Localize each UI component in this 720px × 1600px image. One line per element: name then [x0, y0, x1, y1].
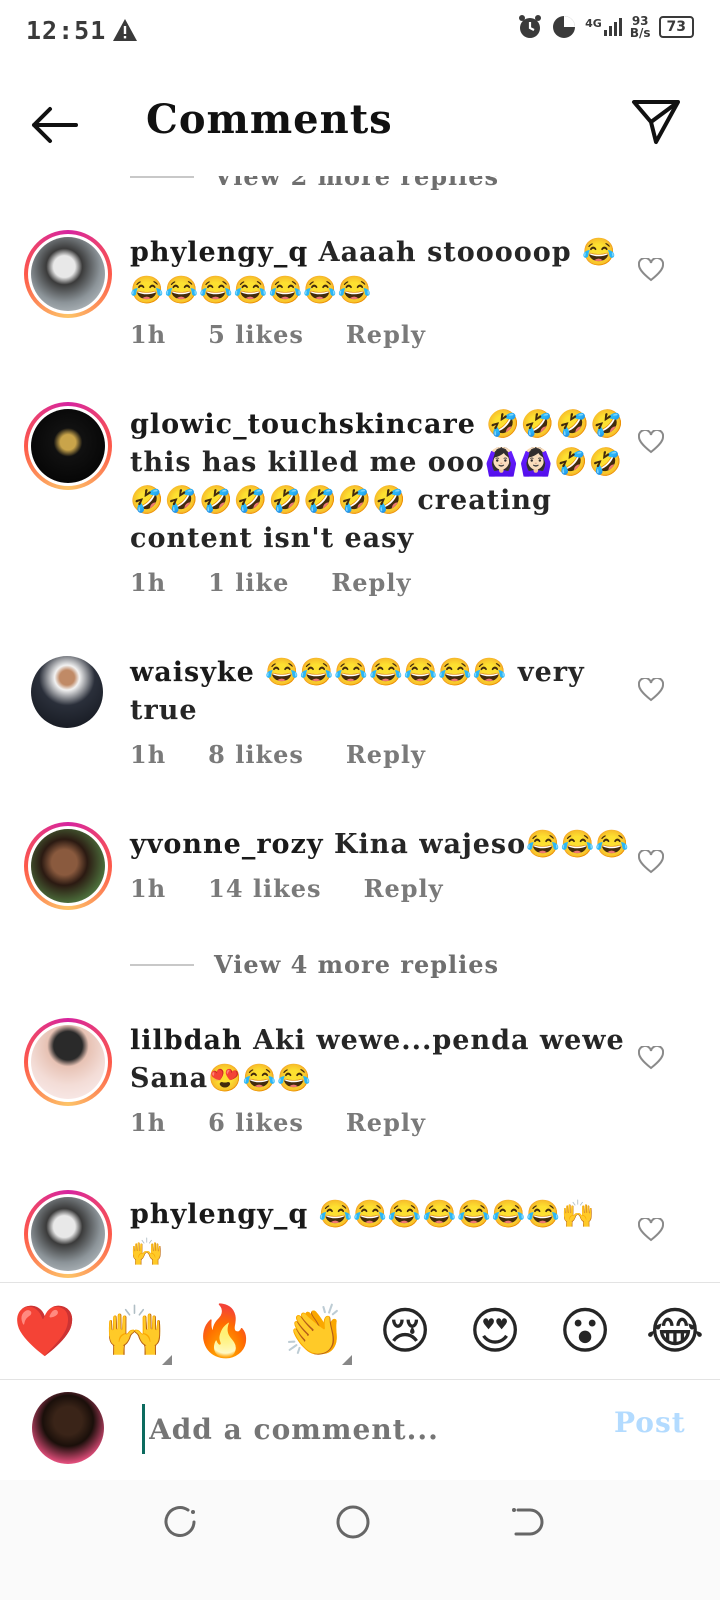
comment: phylengy_q 😂😂😂😂😂😂😂🙌🙌	[130, 1196, 630, 1280]
warning-icon	[113, 19, 137, 41]
reaction-heart-eyes[interactable]: 😍	[460, 1303, 530, 1359]
avatar[interactable]	[31, 656, 103, 728]
comment-username[interactable]: phylengy_q	[130, 237, 308, 268]
comment: waisyke 😂😂😂😂😂😂😂 very true 1h 8 likes Rep…	[130, 654, 630, 769]
status-icons: 4G 93 B/s 73	[517, 14, 694, 40]
status-time: 12:51	[26, 16, 107, 45]
comment: glowic_touchskincare 🤣🤣🤣🤣 this has kille…	[130, 406, 630, 597]
home-icon[interactable]	[331, 1500, 375, 1544]
comment-time: 1h	[130, 874, 167, 903]
heart-icon[interactable]	[638, 1218, 664, 1242]
reaction-crying[interactable]: 😢	[370, 1303, 440, 1359]
reply-button[interactable]: Reply	[346, 320, 426, 349]
network-speed: 93 B/s	[629, 14, 651, 40]
heart-icon[interactable]	[638, 1046, 664, 1070]
reply-button[interactable]: Reply	[364, 874, 444, 903]
comment-likes[interactable]: 1 like	[208, 568, 289, 597]
comment-time: 1h	[130, 740, 167, 769]
comment-composer: Post	[0, 1380, 720, 1480]
alarm-icon	[519, 15, 542, 38]
comment-time: 1h	[130, 568, 167, 597]
comment: lilbdah Aki wewe...penda wewe Sana😍😂😂 1h…	[130, 1022, 630, 1137]
avatar[interactable]	[24, 230, 112, 318]
heart-icon[interactable]	[638, 258, 664, 282]
back-arrow-icon[interactable]	[26, 101, 80, 149]
divider	[130, 963, 194, 966]
comment-username[interactable]: lilbdah	[130, 1025, 243, 1056]
comment: phylengy_q Aaaah stooooop 😂😂😂😂😂😂😂😂 1h 5 …	[130, 234, 630, 349]
skin-tone-indicator	[342, 1355, 352, 1365]
page-title: Comments	[146, 96, 393, 143]
heart-icon[interactable]	[638, 430, 664, 454]
reply-button[interactable]: Reply	[346, 1108, 426, 1137]
system-nav-bar	[0, 1480, 720, 1600]
comment: yvonne_rozy Kina wajeso😂😂😂 1h 14 likes R…	[130, 826, 630, 903]
recent-apps-icon[interactable]	[158, 1500, 202, 1544]
skin-tone-indicator	[162, 1355, 172, 1365]
comment-likes[interactable]: 5 likes	[208, 320, 304, 349]
paper-plane-icon[interactable]	[630, 96, 682, 148]
reaction-raised-hands[interactable]: 🙌	[100, 1303, 172, 1365]
signal-icon: 4G	[585, 18, 622, 36]
emoji-reaction-bar: ❤️ 🙌 🔥 👏 😢 😍 😮 😂	[0, 1282, 720, 1380]
comment-username[interactable]: glowic_touchskincare	[130, 409, 476, 440]
comment-likes[interactable]: 8 likes	[208, 740, 304, 769]
comment-username[interactable]: yvonne_rozy	[130, 829, 324, 860]
avatar[interactable]	[24, 822, 112, 910]
current-user-avatar	[32, 1392, 104, 1464]
reaction-fire[interactable]: 🔥	[190, 1303, 260, 1359]
comment-username[interactable]: waisyke	[130, 657, 255, 688]
reaction-laughing[interactable]: 😂	[640, 1303, 710, 1359]
post-button[interactable]: Post	[614, 1406, 686, 1439]
comment-time: 1h	[130, 1108, 167, 1137]
data-saver-icon	[553, 16, 576, 38]
avatar[interactable]	[24, 1190, 112, 1278]
comment-likes[interactable]: 14 likes	[208, 874, 321, 903]
avatar[interactable]	[24, 1018, 112, 1106]
comment-input[interactable]	[142, 1404, 581, 1454]
comment-time: 1h	[130, 320, 167, 349]
comment-text: Kina wajeso😂😂😂	[334, 829, 630, 860]
battery-indicator: 73	[658, 16, 694, 38]
reaction-clap[interactable]: 👏	[280, 1303, 352, 1365]
reaction-heart[interactable]: ❤️	[10, 1303, 80, 1359]
header-mask	[0, 150, 720, 176]
status-bar: 12:51 4G 93 B/s 73	[0, 0, 720, 66]
heart-icon[interactable]	[638, 678, 664, 702]
view-more-replies-button[interactable]: View 4 more replies	[130, 950, 499, 979]
back-nav-icon[interactable]	[504, 1500, 548, 1544]
comment-username[interactable]: phylengy_q	[130, 1199, 308, 1230]
comment-likes[interactable]: 6 likes	[208, 1108, 304, 1137]
heart-icon[interactable]	[638, 850, 664, 874]
reply-button[interactable]: Reply	[331, 568, 411, 597]
avatar[interactable]	[24, 402, 112, 490]
reply-button[interactable]: Reply	[346, 740, 426, 769]
reaction-surprised[interactable]: 😮	[550, 1303, 620, 1359]
